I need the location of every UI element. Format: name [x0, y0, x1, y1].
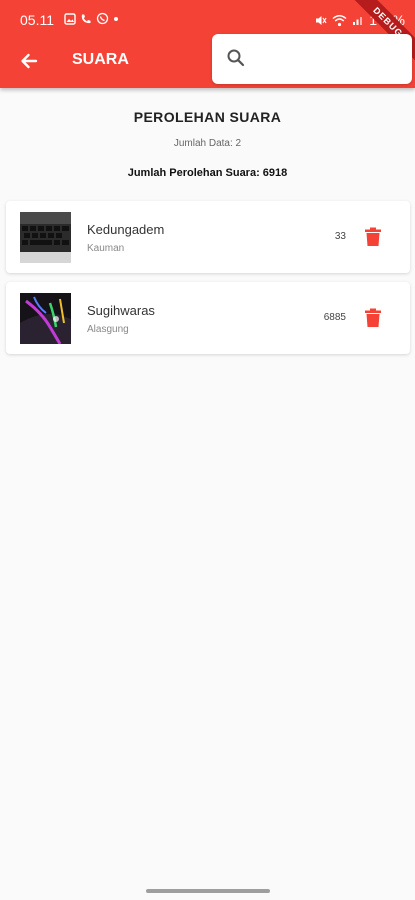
whatsapp-icon: [96, 12, 109, 25]
search-box[interactable]: [212, 34, 412, 84]
item-subtitle: Kauman: [87, 243, 125, 254]
data-count: Jumlah Data: 2: [173, 138, 242, 149]
item-name: Kedungadem: [87, 222, 165, 237]
rgb-keyboard-photo: [20, 293, 71, 344]
trash-icon: [365, 227, 381, 246]
mute-icon: [316, 15, 327, 25]
item-votes: 33: [334, 231, 346, 242]
app-bar: 05.11 100% DEBUG SUARA: [0, 0, 415, 88]
trash-icon: [365, 308, 381, 327]
keyboard-photo: [20, 212, 71, 263]
item-votes: 6885: [323, 312, 346, 323]
item-subtitle: Alasgung: [87, 324, 129, 335]
status-bar: 05.11 100%: [0, 0, 415, 38]
search-icon: [227, 49, 245, 67]
list-item[interactable]: Kedungadem Kauman 33: [6, 201, 410, 273]
page-title: SUARA: [72, 51, 129, 68]
phone-icon: [81, 14, 91, 23]
home-indicator[interactable]: [146, 889, 270, 893]
delete-button[interactable]: [362, 307, 384, 329]
back-button[interactable]: [14, 46, 44, 76]
item-name: Sugihwaras: [87, 303, 155, 318]
summary-heading: PEROLEHAN SUARA: [133, 109, 282, 125]
gallery-icon: [64, 12, 76, 25]
dot-icon: [114, 16, 118, 21]
search-input[interactable]: [256, 44, 402, 74]
notification-icons: [64, 12, 119, 25]
signal-icon: [353, 17, 363, 25]
delete-button[interactable]: [362, 226, 384, 248]
total-votes: Jumlah Perolehan Suara: 6918: [127, 167, 288, 179]
wifi-icon: [332, 14, 347, 26]
arrow-back-icon: [21, 53, 38, 69]
list-item[interactable]: Sugihwaras Alasgung 6885: [6, 282, 410, 354]
status-time: 05.11: [20, 12, 54, 28]
